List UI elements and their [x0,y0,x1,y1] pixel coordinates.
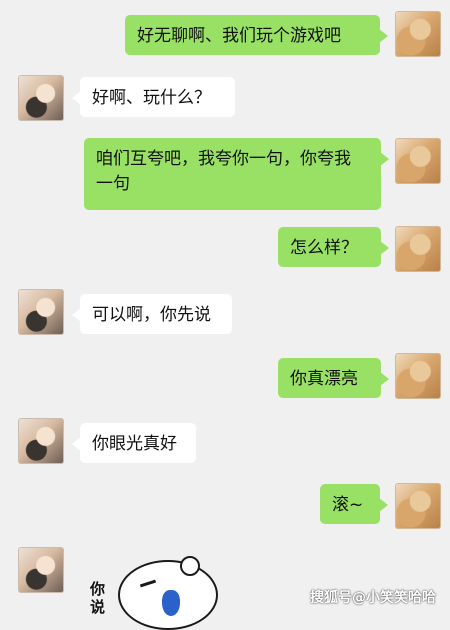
sticker-eye-icon [139,579,157,588]
sticker-tear-icon [162,590,180,616]
contact-avatar[interactable] [18,289,64,335]
contact-avatar[interactable] [18,75,64,121]
message-bubble-outgoing[interactable]: 怎么样？ [278,227,389,267]
message-bubble-outgoing[interactable]: 你真漂亮 [278,358,389,398]
my-avatar[interactable] [395,353,441,399]
contact-avatar[interactable] [18,418,64,464]
my-avatar[interactable] [395,483,441,529]
my-avatar[interactable] [395,226,441,272]
chat-conversation: 好无聊啊、我们玩个游戏吧 好啊、玩什么？ 咱们互夸吧，我夸你一句，你夸我一句 怎… [0,0,450,630]
contact-avatar[interactable] [18,547,64,593]
message-bubble-outgoing[interactable]: 咱们互夸吧，我夸你一句，你夸我一句 [84,138,389,210]
message-bubble-outgoing[interactable]: 好无聊啊、我们玩个游戏吧 [125,15,388,55]
sticker-text: 你说 [90,580,106,616]
message-bubble-incoming[interactable]: 你眼光真好 [72,423,196,463]
my-avatar[interactable] [395,11,441,57]
my-avatar[interactable] [395,138,441,184]
crying-face-sticker-icon[interactable] [118,556,218,630]
watermark: 搜狐号@小笑笑哈哈 [310,590,436,606]
message-bubble-outgoing[interactable]: 滚~ [320,484,388,524]
message-bubble-incoming[interactable]: 好啊、玩什么？ [72,77,235,117]
message-bubble-incoming[interactable]: 可以啊，你先说 [72,294,232,334]
sticker-ear-icon [180,556,200,576]
